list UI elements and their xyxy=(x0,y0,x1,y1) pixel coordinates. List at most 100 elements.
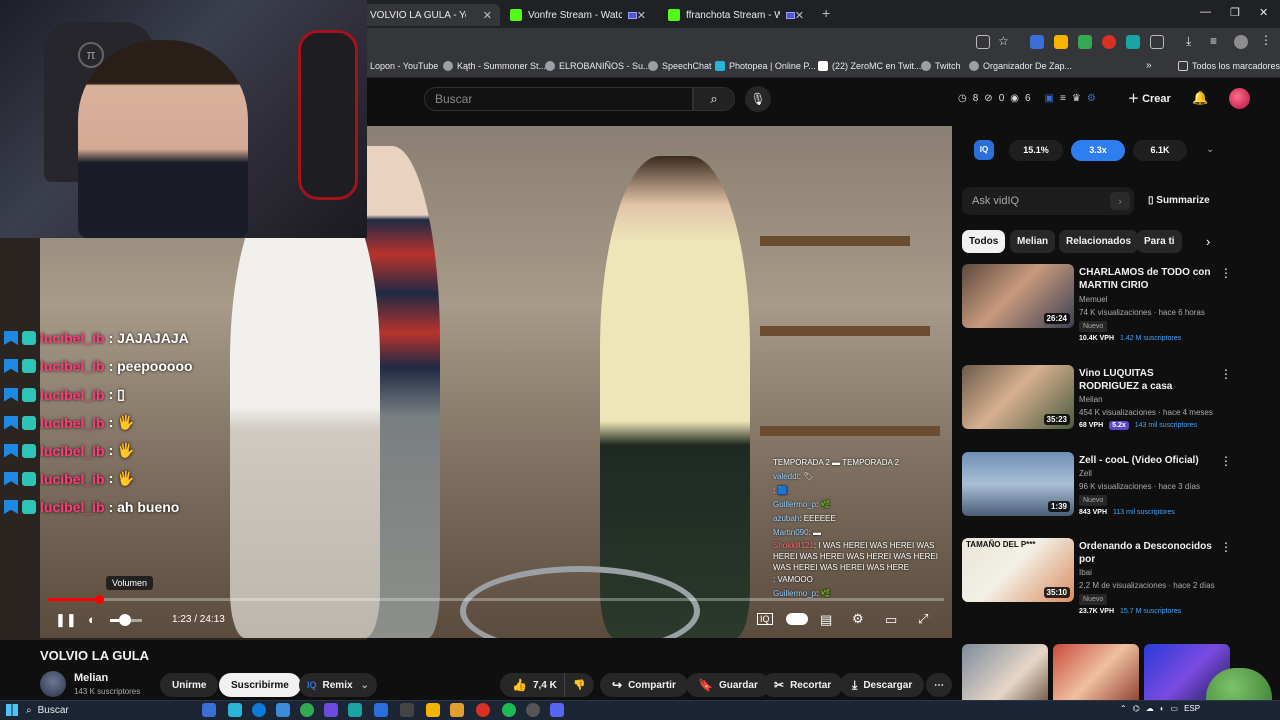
clip-button[interactable]: ✂ Recortar xyxy=(762,673,844,697)
ask-send-button[interactable]: › xyxy=(1110,192,1130,210)
taskbar-app-icon[interactable] xyxy=(228,703,242,717)
extension-icon[interactable] xyxy=(1030,35,1044,49)
recommended-video[interactable]: 26:24 CHARLAMOS de TODO con MARTIN CIRIO… xyxy=(962,264,1232,342)
chat-username[interactable]: lucibel_ib xyxy=(40,415,105,431)
create-button[interactable]: ＋ Crear xyxy=(1128,90,1171,106)
join-button[interactable]: Unirme xyxy=(160,673,219,697)
vidiq-stat[interactable]: 3.3x xyxy=(1071,140,1125,161)
subscribe-button[interactable]: Suscribirme xyxy=(219,673,301,697)
vidiq-player-icon[interactable]: IQ xyxy=(757,613,773,625)
fullscreen-icon[interactable]: ⤢ xyxy=(918,611,928,627)
summarize-button[interactable]: ▯ Summarize xyxy=(1148,195,1210,206)
recommended-video[interactable]: 1:39 Zell - cooL (Video Oficial) Zell 96… xyxy=(962,452,1232,522)
progress-scrubber[interactable] xyxy=(95,595,104,604)
share-button[interactable]: ↪ Compartir xyxy=(600,673,688,697)
bookmark-item[interactable]: Lopon - YouTube xyxy=(370,61,438,71)
volume-icon[interactable]: ◐ xyxy=(88,612,96,627)
chat-username[interactable]: lucibel_ib xyxy=(40,499,105,515)
kebab-menu-icon[interactable]: ⋮ xyxy=(1220,266,1232,280)
windows-start-icon[interactable] xyxy=(6,704,18,716)
vidiq-stat[interactable]: 6.1K xyxy=(1133,140,1187,161)
chip-related[interactable]: Relacionados xyxy=(1059,230,1139,253)
recommended-video[interactable]: TAMAÑO DEL P*** 35:10 Ordenando a Descon… xyxy=(962,538,1232,615)
bookmark-item[interactable]: SpeechChat xyxy=(648,61,712,71)
tab-vonfre-stream[interactable]: Vonfre Stream - Watch Live ✕ xyxy=(502,4,654,26)
close-icon[interactable]: ✕ xyxy=(795,9,804,22)
vidiq-icon[interactable]: ▣ xyxy=(1045,93,1054,104)
recommended-channel[interactable]: Zell xyxy=(1079,469,1092,478)
bookmark-item[interactable]: Photopea | Online P... xyxy=(715,61,816,71)
video-thumbnail[interactable]: TAMAÑO DEL P*** 35:10 xyxy=(962,538,1074,602)
taskbar-app-icon[interactable] xyxy=(400,703,414,717)
restore-icon[interactable]: ❐ xyxy=(1230,6,1240,19)
chat-username[interactable]: lucibel_ib xyxy=(40,330,105,346)
ask-vidiq-input[interactable]: Ask vidIQ xyxy=(962,187,1134,215)
chip-all[interactable]: Todos xyxy=(962,230,1006,253)
taskbar-app-icon[interactable] xyxy=(324,703,338,717)
task-view-icon[interactable] xyxy=(202,703,216,717)
kebab-menu-icon[interactable]: ⋮ xyxy=(1220,367,1232,381)
channel-name[interactable]: Melian xyxy=(74,672,108,684)
chat-username[interactable]: lucibel_ib xyxy=(40,443,105,459)
minimize-icon[interactable]: — xyxy=(1200,6,1211,18)
kebab-menu-icon[interactable]: ⋮ xyxy=(1220,454,1232,468)
trophy-icon[interactable]: ♛ xyxy=(1072,93,1081,104)
bookmark-item[interactable]: (22) ZeroMC en Twit... xyxy=(818,61,921,71)
tab-youtube[interactable]: VOLVIO LA GULA - YouTub ✕ xyxy=(362,4,500,26)
recommended-title[interactable]: Vino LUQUITAS RODRIGUEZ a casa xyxy=(1079,367,1214,393)
install-app-icon[interactable] xyxy=(976,35,990,49)
chat-username[interactable]: lucibel_ib xyxy=(40,387,105,403)
taskbar-app-icon[interactable] xyxy=(374,703,388,717)
profile-avatar[interactable] xyxy=(1234,35,1248,49)
pause-icon[interactable]: ❚❚ xyxy=(55,612,77,628)
kebab-menu-icon[interactable]: ⋮ xyxy=(1220,540,1232,554)
channel-avatar[interactable] xyxy=(40,671,66,697)
volume-tray-icon[interactable]: ◐ xyxy=(1160,704,1165,713)
volume-slider-handle[interactable] xyxy=(119,614,131,626)
shorts-thumbnail[interactable] xyxy=(962,644,1048,706)
taskbar-app-icon[interactable] xyxy=(300,703,314,717)
taskbar-search[interactable]: ⌕ Buscar xyxy=(26,702,196,718)
tab-ffranchota-stream[interactable]: ffranchota Stream - Watch ✕ xyxy=(660,4,812,26)
bookmark-item[interactable]: ELROBANIÑOS - Su... xyxy=(545,61,651,71)
chevron-up-icon[interactable]: ⌃ xyxy=(1120,704,1127,713)
account-avatar[interactable] xyxy=(1229,88,1250,109)
battery-icon[interactable]: ▭ xyxy=(1171,704,1179,713)
keyboard-language[interactable]: ESP xyxy=(1184,704,1200,713)
extensions-puzzle-icon[interactable] xyxy=(1150,35,1164,49)
voice-search-button[interactable]: 🎙 xyxy=(745,86,771,112)
reading-list-icon[interactable]: ≡ xyxy=(1210,34,1217,48)
settings-icon[interactable]: ⚙ xyxy=(1087,93,1096,104)
download-button[interactable]: ⤓ Descargar xyxy=(840,673,925,697)
extension-icon[interactable] xyxy=(1054,35,1068,49)
chip-for-you[interactable]: Para ti xyxy=(1137,230,1182,253)
star-icon[interactable]: ☆ xyxy=(998,34,1009,48)
all-bookmarks-folder[interactable]: Todos los marcadores xyxy=(1178,61,1280,71)
close-window-icon[interactable]: ✕ xyxy=(1259,6,1268,19)
like-button[interactable]: 👍 7,4 K xyxy=(500,673,564,697)
more-bookmarks-icon[interactable]: » xyxy=(1146,60,1152,71)
video-thumbnail[interactable]: 26:24 xyxy=(962,264,1074,328)
theater-mode-icon[interactable]: ▭ xyxy=(885,612,897,628)
taskbar-app-icon[interactable] xyxy=(450,703,464,717)
settings-gear-icon[interactable]: ⚙ xyxy=(852,611,864,627)
taskbar-app-icon[interactable] xyxy=(348,703,362,717)
recommended-channel[interactable]: Melian xyxy=(1079,395,1103,404)
recommended-channel[interactable]: Ibai xyxy=(1079,568,1092,577)
cloud-icon[interactable]: ☁ xyxy=(1146,704,1154,713)
chrome-icon[interactable] xyxy=(476,703,490,717)
close-icon[interactable]: ✕ xyxy=(637,9,646,22)
recommended-title[interactable]: CHARLAMOS de TODO con MARTIN CIRIO xyxy=(1079,266,1214,292)
search-input[interactable]: Buscar xyxy=(424,87,693,111)
extension-icon[interactable] xyxy=(1102,35,1116,49)
list-icon[interactable]: ≡ xyxy=(1060,93,1066,104)
file-explorer-icon[interactable] xyxy=(426,703,440,717)
taskbar-app-icon[interactable] xyxy=(276,703,290,717)
shorts-thumbnail[interactable] xyxy=(1053,644,1139,706)
network-icon[interactable]: ⌬ xyxy=(1133,704,1140,713)
bookmark-item[interactable]: Twitch xyxy=(921,61,961,71)
video-thumbnail[interactable]: 1:39 xyxy=(962,452,1074,516)
extension-icon[interactable] xyxy=(1126,35,1140,49)
dislike-button[interactable]: 👎 xyxy=(564,673,594,697)
remix-button[interactable]: IQ Remix ⌄ xyxy=(299,673,377,697)
